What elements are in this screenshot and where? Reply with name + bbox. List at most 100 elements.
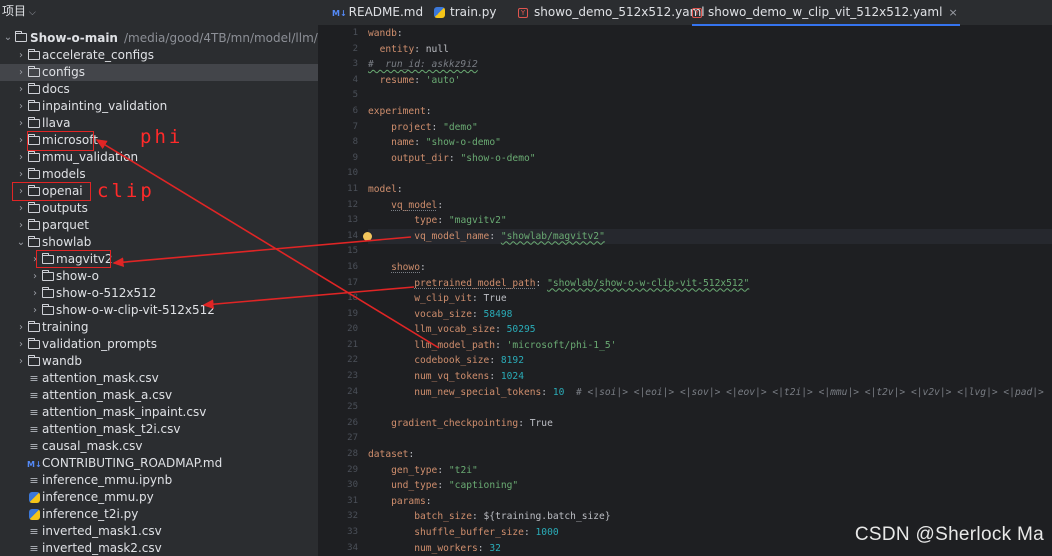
code-editor[interactable]: wandb: entity: null # run_id: askkz9i2 re… (363, 26, 1052, 556)
code-line[interactable]: params: (368, 494, 1052, 510)
code-line[interactable]: batch_size: ${training.batch_size} (368, 509, 1052, 525)
yaml-comment: # run_id: askkz9i2 (368, 59, 478, 71)
code-line[interactable]: num_new_special_tokens: 10 # <|soi|> <|e… (368, 385, 1052, 401)
tree-file[interactable]: M↓ CONTRIBUTING_ROADMAP.md (0, 455, 318, 472)
lightbulb-icon[interactable] (363, 231, 372, 241)
chevron-right-icon[interactable]: › (30, 285, 40, 302)
tree-folder[interactable]: ⌄ showlab (0, 234, 318, 251)
code-line[interactable] (368, 431, 1052, 447)
code-line[interactable]: gen_type: "t2i" (368, 463, 1052, 479)
yaml-string: "demo" (443, 121, 478, 133)
code-line[interactable]: experiment: (368, 104, 1052, 120)
line-number: 13 (347, 215, 358, 226)
tree-folder[interactable]: › training (0, 319, 318, 336)
code-line[interactable]: entity: null (368, 42, 1052, 58)
code-line[interactable]: dataset: (368, 447, 1052, 463)
code-line[interactable]: project: "demo" (368, 120, 1052, 136)
yaml-text: : (489, 355, 501, 367)
tree-file[interactable]: ≡ attention_mask_t2i.csv (0, 421, 318, 438)
code-line[interactable]: # run_id: askkz9i2 (368, 57, 1052, 73)
tree-file[interactable]: ≡ inverted_mask1.csv (0, 523, 318, 540)
chevron-right-icon[interactable]: › (16, 217, 26, 234)
chevron-right-icon[interactable]: › (16, 353, 26, 370)
code-line[interactable]: model: (368, 182, 1052, 198)
tree-root[interactable]: ⌄ Show-o-main/media/good/4TB/mn/model/ll… (0, 29, 318, 47)
tree-folder[interactable]: › parquet (0, 217, 318, 234)
tab-readme[interactable]: M↓ README.md (332, 0, 423, 26)
tree-file[interactable]: ≡ inverted_mask2.csv (0, 540, 318, 556)
yaml-text (368, 496, 391, 507)
tree-file[interactable]: ≡ attention_mask.csv (0, 370, 318, 387)
chevron-right-icon[interactable]: › (16, 98, 26, 115)
code-line[interactable]: vq_model: (368, 198, 1052, 214)
code-line[interactable]: showo: (368, 260, 1052, 276)
tree-folder[interactable]: › docs (0, 81, 318, 98)
tree-file[interactable]: inference_t2i.py (0, 506, 318, 523)
code-line[interactable] (368, 166, 1052, 182)
tree-folder[interactable]: › configs (0, 64, 318, 81)
chevron-down-icon[interactable]: ⌄ (16, 234, 26, 251)
tree-folder[interactable]: › show-o-512x512 (0, 285, 318, 302)
chevron-right-icon[interactable]: › (16, 319, 26, 336)
code-line[interactable]: codebook_size: 8192 (368, 353, 1052, 369)
tree-folder[interactable]: › accelerate_configs (0, 47, 318, 64)
tree-folder[interactable]: › inpainting_validation (0, 98, 318, 115)
close-icon[interactable]: × (948, 6, 957, 19)
text-file-icon: ≡ (29, 406, 39, 419)
chevron-down-icon[interactable]: ⌵ (29, 8, 36, 18)
tree-file[interactable]: ≡ attention_mask_a.csv (0, 387, 318, 404)
yaml-text (368, 200, 391, 211)
code-line[interactable]: output_dir: "show-o-demo" (368, 151, 1052, 167)
tree-file[interactable]: inference_mmu.py (0, 489, 318, 506)
line-number: 22 (347, 355, 358, 366)
editor-area: M↓ README.md train.py Yshowo_demo_512x512… (318, 0, 1052, 556)
project-header[interactable]: 项目 ⌵ (0, 0, 318, 22)
chevron-right-icon[interactable]: › (16, 149, 26, 166)
chevron-right-icon[interactable]: › (16, 200, 26, 217)
code-line[interactable] (368, 244, 1052, 260)
code-line[interactable]: name: "show-o-demo" (368, 135, 1052, 151)
code-line[interactable]: wandb: (368, 26, 1052, 42)
code-line[interactable]: num_vq_tokens: 1024 (368, 369, 1052, 385)
code-line[interactable]: vocab_size: 58498 (368, 307, 1052, 323)
tree-folder[interactable]: › show-o-w-clip-vit-512x512 (0, 302, 318, 319)
tree-folder[interactable]: › show-o (0, 268, 318, 285)
tab-showo-demo-clip[interactable]: Yshowo_demo_w_clip_vit_512x512.yaml × (692, 0, 960, 26)
tree-file[interactable]: ≡ causal_mask.csv (0, 438, 318, 455)
chevron-right-icon[interactable]: › (16, 47, 26, 64)
code-line[interactable]: llm_vocab_size: 50295 (368, 322, 1052, 338)
tree-folder[interactable]: › outputs (0, 200, 318, 217)
code-line[interactable]: type: "magvitv2" (368, 213, 1052, 229)
tab-train[interactable]: train.py (434, 0, 496, 26)
code-line[interactable]: resume: 'auto' (368, 73, 1052, 89)
tree-file[interactable]: ≡ attention_mask_inpaint.csv (0, 404, 318, 421)
code-line[interactable]: pretrained_model_path: "showlab/show-o-w… (368, 276, 1052, 292)
chevron-right-icon[interactable]: › (30, 268, 40, 285)
code-line[interactable]: vq_model_name: "showlab/magvitv2" (363, 228, 1052, 245)
code-line[interactable]: w_clip_vit: True (368, 291, 1052, 307)
yaml-text: : (489, 230, 501, 242)
tree-item-label: inference_mmu.ipynb (42, 473, 173, 487)
code-line[interactable]: llm_model_path: 'microsoft/phi-1_5' (368, 338, 1052, 354)
tree-folder[interactable]: › models (0, 166, 318, 183)
chevron-right-icon[interactable]: › (16, 64, 26, 81)
code-line[interactable] (368, 400, 1052, 416)
yaml-text: : (425, 495, 432, 507)
yaml-text: : (437, 199, 444, 211)
chevron-right-icon[interactable]: › (16, 81, 26, 98)
yaml-key: resume (379, 74, 415, 86)
code-line[interactable] (368, 88, 1052, 104)
tree-file[interactable]: ≡ inference_mmu.ipynb (0, 472, 318, 489)
chevron-right-icon[interactable]: › (16, 336, 26, 353)
chevron-right-icon[interactable]: › (16, 132, 26, 149)
chevron-right-icon[interactable]: › (16, 166, 26, 183)
tree-folder[interactable]: › wandb (0, 353, 318, 370)
chevron-down-icon[interactable]: ⌄ (3, 29, 13, 47)
code-line[interactable]: und_type: "captioning" (368, 478, 1052, 494)
chevron-right-icon[interactable]: › (16, 115, 26, 132)
tree-folder[interactable]: › mmu_validation (0, 149, 318, 166)
tab-showo-demo-512[interactable]: Yshowo_demo_512x512.yaml (518, 0, 705, 26)
tree-folder[interactable]: › validation_prompts (0, 336, 318, 353)
code-line[interactable]: gradient_checkpointing: True (368, 416, 1052, 432)
chevron-right-icon[interactable]: › (30, 302, 40, 319)
